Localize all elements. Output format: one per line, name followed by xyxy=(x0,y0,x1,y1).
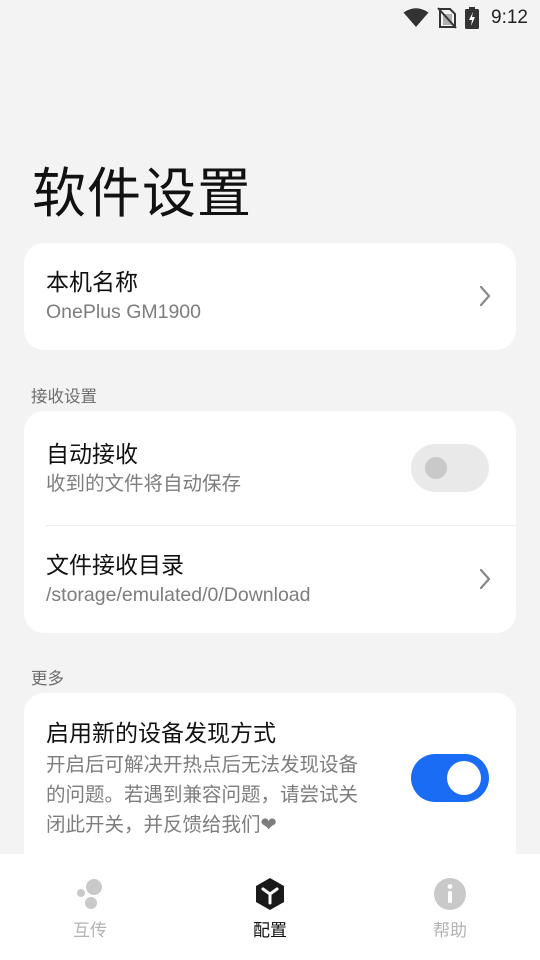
auto-receive-row[interactable]: 自动接收 收到的文件将自动保存 xyxy=(24,411,516,525)
nav-label-config: 配置 xyxy=(253,921,287,940)
receive-dir-row[interactable]: 文件接收目录 /storage/emulated/0/Download xyxy=(24,525,516,609)
wifi-icon xyxy=(403,8,429,28)
no-sim-icon xyxy=(437,7,457,29)
receive-section-label: 接收设置 xyxy=(31,388,97,406)
new-discovery-desc-line: 开启后可解决开热点后无法发现设备 xyxy=(46,754,359,776)
receive-settings-card: 自动接收 收到的文件将自动保存 文件接收目录 /storage/emulated… xyxy=(24,411,516,633)
nav-item-help[interactable]: 帮助 xyxy=(360,854,540,960)
nav-item-transfer[interactable]: 互传 xyxy=(0,854,180,960)
status-bar: 9:12 xyxy=(0,0,540,36)
info-icon xyxy=(432,876,468,912)
device-name-title: 本机名称 xyxy=(46,269,138,295)
receive-dir-value: /storage/emulated/0/Download xyxy=(46,584,311,606)
new-discovery-description: 开启后可解决开热点后无法发现设备 的问题。若遇到兼容问题，请尝试关 闭此开关，并… xyxy=(46,750,386,840)
bubbles-icon xyxy=(72,876,108,912)
device-name-value: OnePlus GM1900 xyxy=(46,301,202,323)
more-section-label: 更多 xyxy=(31,670,64,688)
chevron-right-icon xyxy=(478,284,492,313)
bottom-nav: 互传 配置 帮助 xyxy=(0,854,540,960)
device-name-card[interactable]: 本机名称 OnePlus GM1900 xyxy=(24,243,516,350)
new-discovery-toggle[interactable] xyxy=(411,754,489,802)
toggle-knob xyxy=(425,457,447,479)
device-name-row[interactable]: 本机名称 OnePlus GM1900 xyxy=(24,243,516,326)
new-discovery-row[interactable]: 启用新的设备发现方式 开启后可解决开热点后无法发现设备 的问题。若遇到兼容问题，… xyxy=(24,693,516,840)
battery-charging-icon xyxy=(465,7,480,29)
nav-item-config[interactable]: 配置 xyxy=(180,854,360,960)
new-discovery-title: 启用新的设备发现方式 xyxy=(46,720,276,746)
receive-dir-title: 文件接收目录 xyxy=(46,552,184,578)
chevron-right-icon xyxy=(478,567,492,596)
nav-label-transfer: 互传 xyxy=(73,921,107,940)
new-discovery-desc-line: 的问题。若遇到兼容问题，请尝试关 xyxy=(46,784,359,806)
auto-receive-toggle[interactable] xyxy=(411,444,489,492)
cube-icon xyxy=(252,876,288,912)
new-discovery-desc-line: 闭此开关，并反馈给我们❤ xyxy=(46,814,277,836)
toggle-knob xyxy=(447,761,481,795)
status-time: 9:12 xyxy=(491,7,528,28)
nav-label-help: 帮助 xyxy=(433,921,467,940)
page-title: 软件设置 xyxy=(32,164,252,224)
